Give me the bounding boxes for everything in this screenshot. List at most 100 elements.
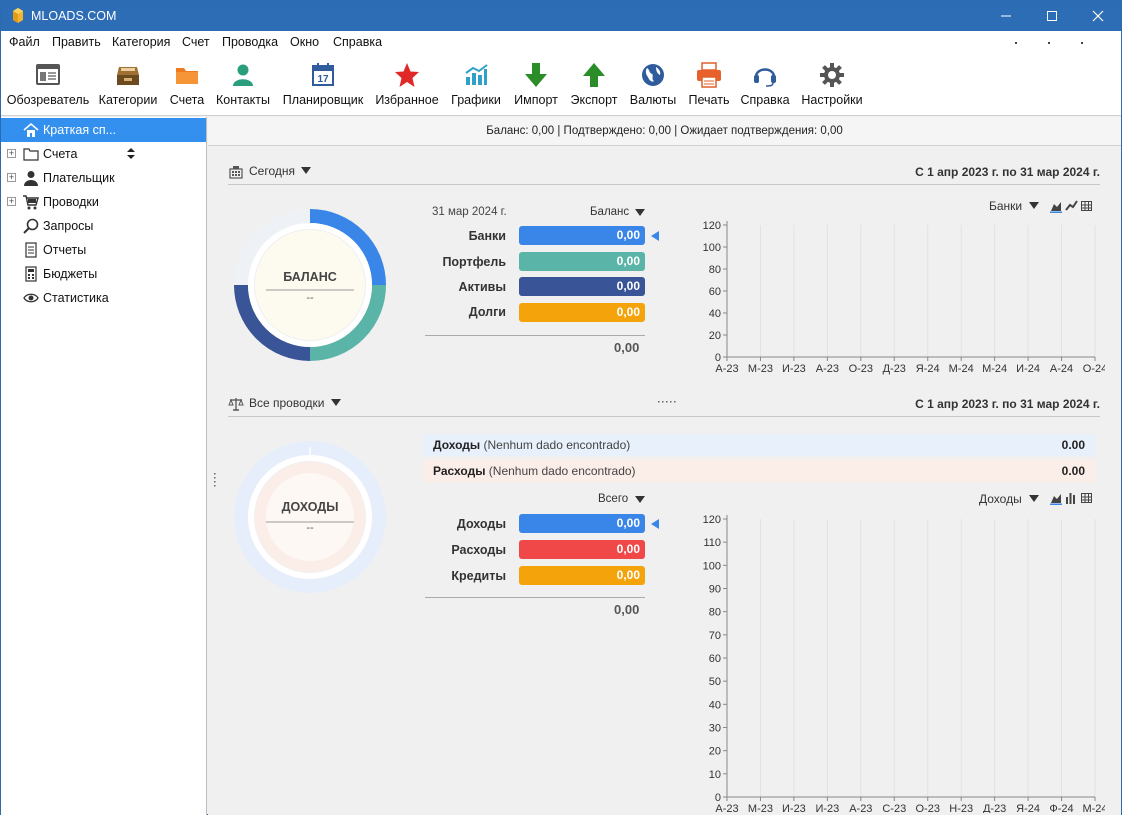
side-splitter-handle-icon[interactable]	[213, 473, 217, 491]
menu-edit[interactable]: Править	[52, 35, 101, 49]
toolbar-accounts-button[interactable]: Счета	[167, 61, 207, 107]
minimize-icon	[1001, 15, 1011, 17]
income-row-label: Доходы	[433, 438, 481, 452]
portfolio-bar[interactable]: 0,00	[519, 252, 645, 271]
menu-file[interactable]: Файл	[9, 35, 40, 49]
chevron-down-icon[interactable]	[331, 399, 341, 406]
sidebar-item-transactions[interactable]: + Проводки	[1, 190, 206, 214]
area-chart-icon[interactable]	[1050, 494, 1062, 505]
chevron-down-icon[interactable]	[301, 167, 311, 174]
toolbar-label: Графики	[451, 93, 501, 107]
donut-title: БАЛАНС	[283, 270, 337, 284]
import-arrow-icon	[522, 61, 550, 89]
assets-bar[interactable]: 0,00	[519, 277, 645, 296]
sidebar-item-payee[interactable]: + Плательщик	[1, 166, 206, 190]
chevron-down-icon[interactable]	[1029, 495, 1039, 502]
expenses-label: Расходы	[451, 543, 506, 557]
debts-bar[interactable]: 0,00	[519, 303, 645, 322]
toolbar-categories-button[interactable]: Категории	[97, 61, 159, 107]
menu-account[interactable]: Счет	[182, 35, 210, 49]
y-tick-label: 100	[703, 242, 721, 254]
area-chart-icon[interactable]	[1050, 202, 1062, 213]
toolbar-export-button[interactable]: Экспорт	[569, 61, 619, 107]
chart-series-dropdown[interactable]: Доходы	[979, 492, 1022, 506]
toolbar-settings-button[interactable]: Настройки	[799, 61, 865, 107]
expand-icon[interactable]: +	[7, 173, 16, 182]
x-tick-label: Я-24	[916, 363, 940, 375]
bar-chart-icon[interactable]	[1066, 493, 1075, 504]
toolbar-scheduler-button[interactable]: 17 Планировщик	[281, 61, 365, 107]
folder-icon	[23, 148, 39, 161]
credits-bar[interactable]: 0,00	[519, 566, 645, 585]
maximize-button[interactable]	[1029, 1, 1075, 31]
transactions-filter-dropdown[interactable]: Все проводки	[249, 396, 324, 410]
sidebar-item-queries[interactable]: Запросы	[1, 214, 206, 238]
sidebar-item-label: Краткая сп...	[43, 123, 117, 137]
menu-transaction[interactable]: Проводка	[222, 35, 278, 49]
y-tick-label: 120	[703, 220, 721, 232]
banks-bar[interactable]: 0,00	[519, 226, 645, 245]
close-icon	[1092, 10, 1104, 22]
x-tick-label: Ф-24	[1049, 803, 1073, 813]
toolbar-charts-button[interactable]: Графики	[449, 61, 503, 107]
x-tick-label: И-23	[782, 803, 806, 813]
line-chart-icon[interactable]	[1065, 200, 1078, 211]
balance-mode-dropdown[interactable]: Баланс	[590, 206, 629, 218]
balance-date: 31 мар 2024 г.	[432, 206, 507, 218]
period-dropdown[interactable]: Сегодня	[249, 164, 295, 178]
minimize-button[interactable]	[983, 1, 1029, 31]
x-tick-label: Д-23	[883, 363, 906, 375]
balance-section-header: Сегодня С 1 апр 2023 г. по 31 мар 2024 г…	[228, 159, 1100, 185]
y-tick-label: 40	[709, 699, 721, 711]
x-tick-label: И-23	[815, 803, 839, 813]
assets-label: Активы	[458, 280, 506, 294]
income-history-chart: 0102030405060708090100110120А-23 М-23 И-23…	[703, 514, 1105, 813]
expenses-bar[interactable]: 0,00	[519, 540, 645, 559]
debts-label: Долги	[468, 305, 506, 319]
sidebar-item-reports[interactable]: Отчеты	[1, 238, 206, 262]
table-view-icon[interactable]	[1081, 493, 1092, 503]
toolbar-browser-button[interactable]: Обозреватель	[7, 61, 89, 107]
table-view-icon[interactable]	[1081, 201, 1092, 211]
chevron-down-icon[interactable]	[1029, 202, 1039, 209]
income-summary-row[interactable]: Доходы (Nenhum dado encontrado) 0.00	[423, 434, 1095, 456]
expense-summary-row[interactable]: Расходы (Nenhum dado encontrado) 0.00	[423, 460, 1095, 482]
menu-window[interactable]: Окно	[290, 35, 319, 49]
sidebar-item-accounts[interactable]: + Счета	[1, 142, 206, 166]
menu-category[interactable]: Категория	[112, 35, 170, 49]
y-tick-label: 60	[709, 286, 721, 298]
chevron-down-icon[interactable]	[635, 496, 645, 503]
expand-icon[interactable]: +	[7, 197, 16, 206]
x-tick-label: М-24	[1082, 803, 1105, 813]
income-row-value: 0.00	[1061, 438, 1085, 452]
chevron-down-icon[interactable]	[635, 209, 645, 216]
maximize-icon	[1047, 11, 1057, 21]
x-tick-label: М-23	[748, 803, 773, 813]
totals-mode-dropdown[interactable]: Всего	[598, 493, 628, 505]
sort-updown-icon[interactable]	[127, 148, 135, 160]
total-divider	[425, 597, 645, 598]
toolbar-import-button[interactable]: Импорт	[513, 61, 559, 107]
income-bar[interactable]: 0,00	[519, 514, 645, 533]
y-tick-label: 60	[709, 653, 721, 665]
toolbar-help-button[interactable]: Справка	[740, 61, 790, 107]
toolbar-print-button[interactable]: Печать	[687, 61, 731, 107]
title-bar: MLOADS.COM	[1, 1, 1121, 31]
menu-help[interactable]: Справка	[333, 35, 382, 49]
expand-icon[interactable]: +	[7, 149, 16, 158]
close-button[interactable]	[1075, 1, 1121, 31]
toolbar-currencies-button[interactable]: Валюты	[629, 61, 677, 107]
globe-icon	[639, 61, 667, 89]
sidebar-item-budgets[interactable]: Бюджеты	[1, 262, 206, 286]
menu-bar: Файл Править Категория Счет Проводка Окн…	[1, 31, 1121, 53]
y-tick-label: 110	[703, 537, 721, 549]
toolbar-favorites-button[interactable]: Избранное	[375, 61, 439, 107]
credits-label: Кредиты	[451, 569, 506, 583]
sidebar-item-summary[interactable]: Краткая сп...	[1, 118, 206, 142]
y-tick-label: 70	[709, 630, 721, 642]
export-arrow-icon	[580, 61, 608, 89]
x-tick-label: М-23	[748, 363, 773, 375]
chart-series-dropdown[interactable]: Банки	[989, 199, 1022, 213]
toolbar-contacts-button[interactable]: Контакты	[215, 61, 271, 107]
sidebar-item-statistics[interactable]: Статистика	[1, 286, 206, 310]
